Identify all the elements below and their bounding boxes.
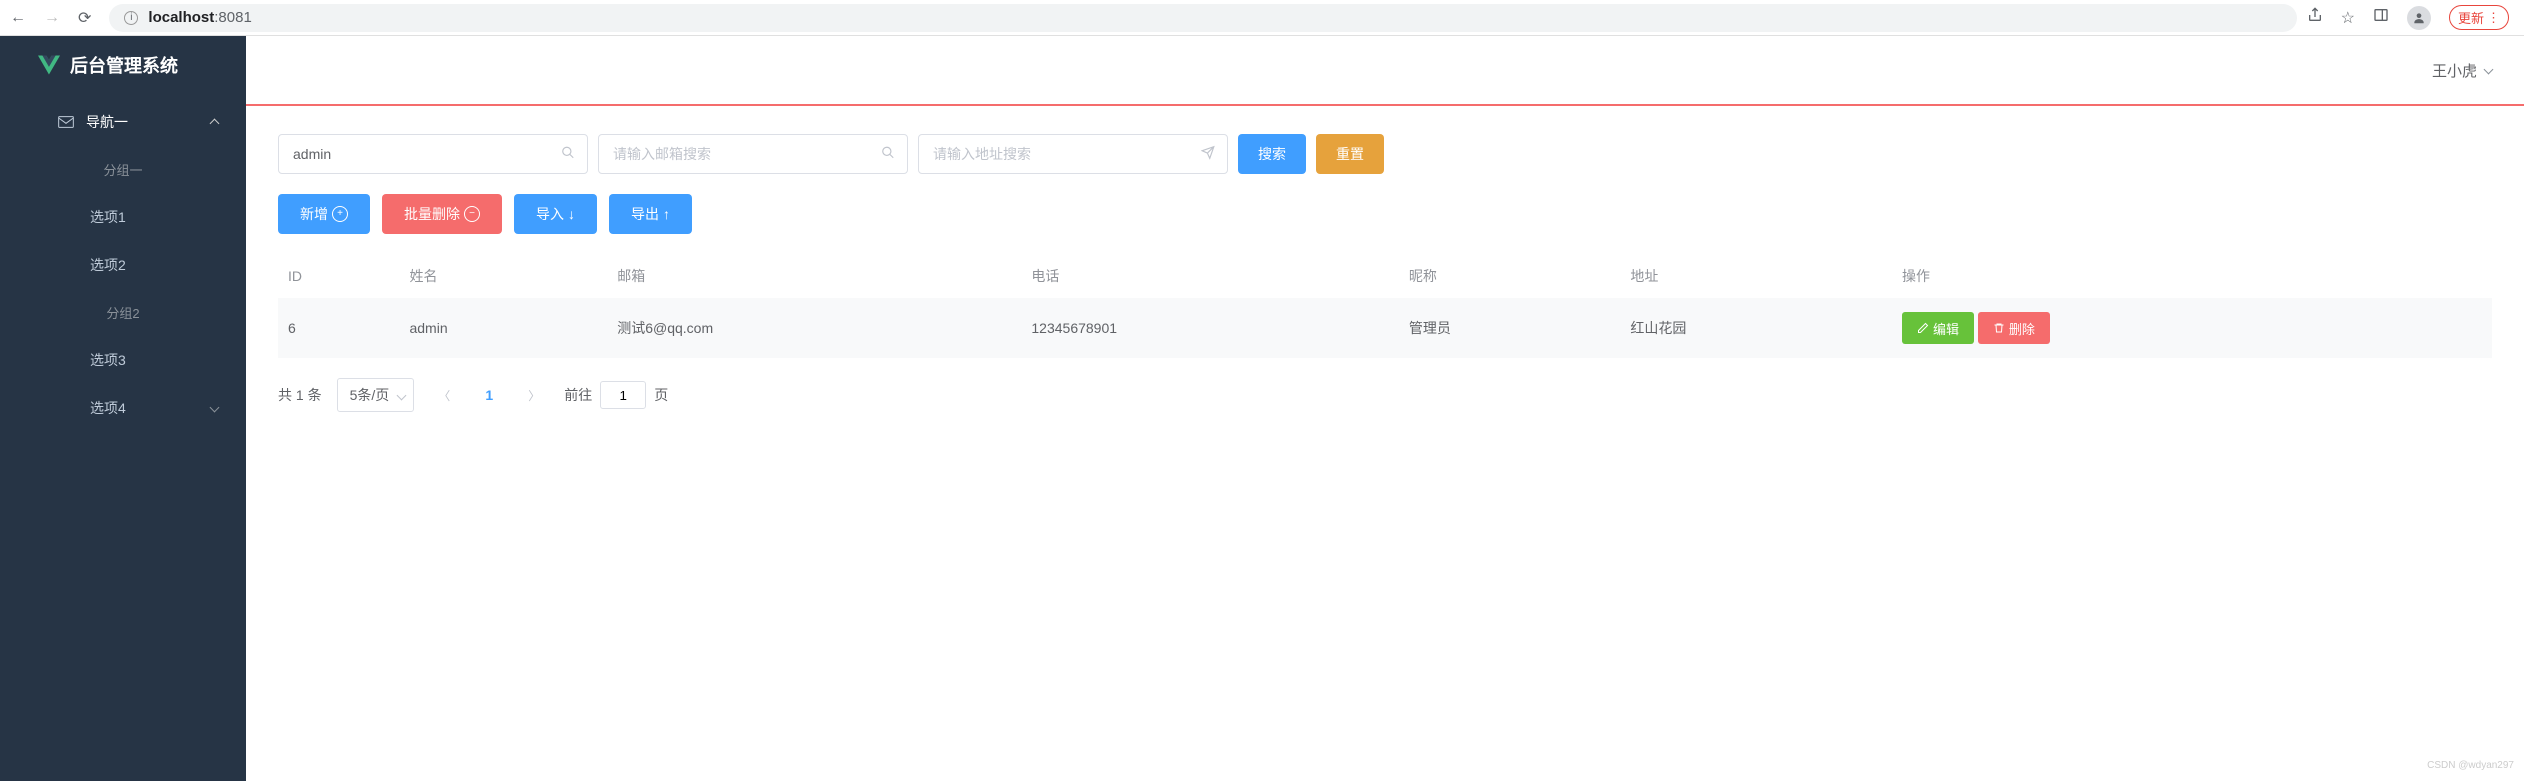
th-action: 操作 bbox=[1892, 254, 2492, 298]
upload-icon: ↑ bbox=[663, 206, 670, 222]
batch-delete-button[interactable]: 批量删除− bbox=[382, 194, 502, 234]
profile-icon[interactable] bbox=[2407, 6, 2431, 30]
trash-icon bbox=[1993, 322, 2005, 334]
search-icon[interactable] bbox=[561, 146, 575, 163]
th-address: 地址 bbox=[1620, 254, 1892, 298]
search-email-wrap bbox=[598, 134, 908, 174]
search-button[interactable]: 搜索 bbox=[1238, 134, 1306, 174]
username: 王小虎 bbox=[2432, 60, 2477, 81]
url-port: :8081 bbox=[214, 9, 252, 26]
nav-group-1: 分组一 bbox=[0, 146, 246, 193]
reload-icon[interactable]: ⟳ bbox=[78, 8, 91, 28]
nav-section-1[interactable]: 导航一 bbox=[0, 98, 246, 146]
cell-name: admin bbox=[399, 298, 607, 358]
search-row: 搜索 重置 bbox=[278, 134, 2492, 174]
sidebar: 后台管理系统 导航一 分组一 选项1 选项2 分组2 选项3 选项4 bbox=[0, 36, 246, 781]
add-button[interactable]: 新增+ bbox=[278, 194, 370, 234]
action-row: 新增+ 批量删除− 导入↓ 导出↑ bbox=[278, 194, 2492, 234]
search-address-input[interactable] bbox=[933, 146, 1192, 162]
back-icon[interactable]: ← bbox=[10, 9, 26, 27]
star-icon[interactable]: ☆ bbox=[2341, 8, 2355, 28]
cell-id: 6 bbox=[278, 298, 399, 358]
user-menu[interactable]: 王小虎 bbox=[2432, 60, 2492, 81]
goto-prefix: 前往 bbox=[564, 385, 592, 405]
chevron-up-icon bbox=[211, 114, 218, 130]
th-email: 邮箱 bbox=[607, 254, 1021, 298]
vue-logo-icon bbox=[38, 54, 60, 76]
search-address-wrap bbox=[918, 134, 1228, 174]
th-phone: 电话 bbox=[1021, 254, 1399, 298]
th-nickname: 昵称 bbox=[1399, 254, 1621, 298]
update-button[interactable]: 更新 bbox=[2449, 5, 2509, 30]
search-name-input[interactable] bbox=[293, 146, 552, 162]
goto-suffix: 页 bbox=[654, 385, 668, 405]
goto-page-input[interactable] bbox=[600, 381, 646, 409]
nav-group-2: 分组2 bbox=[0, 289, 246, 336]
send-icon[interactable] bbox=[1201, 146, 1215, 163]
page-number[interactable]: 1 bbox=[474, 380, 504, 410]
cell-address: 红山花园 bbox=[1620, 298, 1892, 358]
panel-icon[interactable] bbox=[2373, 7, 2389, 28]
search-email-input[interactable] bbox=[613, 146, 872, 162]
site-info-icon[interactable]: i bbox=[124, 11, 138, 25]
mail-icon bbox=[58, 116, 74, 128]
table-row: 6 admin 测试6@qq.com 12345678901 管理员 红山花园 … bbox=[278, 298, 2492, 358]
share-icon[interactable] bbox=[2307, 7, 2323, 28]
chevron-down-icon bbox=[211, 400, 218, 416]
download-icon: ↓ bbox=[568, 206, 575, 222]
edit-icon bbox=[1917, 322, 1929, 334]
data-table: ID 姓名 邮箱 电话 昵称 地址 操作 6 admin 测试6@qq.com bbox=[278, 254, 2492, 358]
pagination-total: 共 1 条 bbox=[278, 385, 322, 405]
next-page-button[interactable]: 〉 bbox=[519, 380, 549, 410]
nav-item-option3[interactable]: 选项3 bbox=[0, 336, 246, 384]
nav-item-option4[interactable]: 选项4 bbox=[0, 384, 246, 432]
import-button[interactable]: 导入↓ bbox=[514, 194, 597, 234]
th-name: 姓名 bbox=[399, 254, 607, 298]
reset-button[interactable]: 重置 bbox=[1316, 134, 1384, 174]
plus-circle-icon: + bbox=[332, 206, 348, 222]
app-title: 后台管理系统 bbox=[70, 52, 178, 78]
minus-circle-icon: − bbox=[464, 206, 480, 222]
th-id: ID bbox=[278, 254, 399, 298]
cell-phone: 12345678901 bbox=[1021, 298, 1399, 358]
cell-nickname: 管理员 bbox=[1399, 298, 1621, 358]
search-name-wrap bbox=[278, 134, 588, 174]
cell-email: 测试6@qq.com bbox=[607, 298, 1021, 358]
delete-button[interactable]: 删除 bbox=[1978, 312, 2050, 344]
prev-page-button[interactable]: 〈 bbox=[429, 380, 459, 410]
forward-icon[interactable]: → bbox=[44, 9, 60, 27]
topbar: 王小虎 bbox=[246, 36, 2524, 106]
edit-button[interactable]: 编辑 bbox=[1902, 312, 1974, 344]
browser-chrome: ← → ⟳ i localhost:8081 ☆ 更新 bbox=[0, 0, 2524, 36]
pagination: 共 1 条 5条/页 〈 1 〉 前往 页 bbox=[278, 378, 2492, 412]
main-content: 王小虎 bbox=[246, 36, 2524, 781]
nav-section-label: 导航一 bbox=[86, 112, 128, 132]
nav-item-option1[interactable]: 选项1 bbox=[0, 193, 246, 241]
search-icon[interactable] bbox=[881, 146, 895, 163]
page-size-select[interactable]: 5条/页 bbox=[337, 378, 415, 412]
chevron-down-icon bbox=[2485, 62, 2492, 79]
export-button[interactable]: 导出↑ bbox=[609, 194, 692, 234]
address-bar[interactable]: i localhost:8081 bbox=[109, 4, 2296, 32]
url-host: localhost bbox=[148, 9, 214, 26]
watermark: CSDN @wdyan297 bbox=[2427, 760, 2514, 771]
cell-action: 编辑 删除 bbox=[1892, 298, 2492, 358]
nav-item-option2[interactable]: 选项2 bbox=[0, 241, 246, 289]
logo: 后台管理系统 bbox=[0, 36, 246, 98]
